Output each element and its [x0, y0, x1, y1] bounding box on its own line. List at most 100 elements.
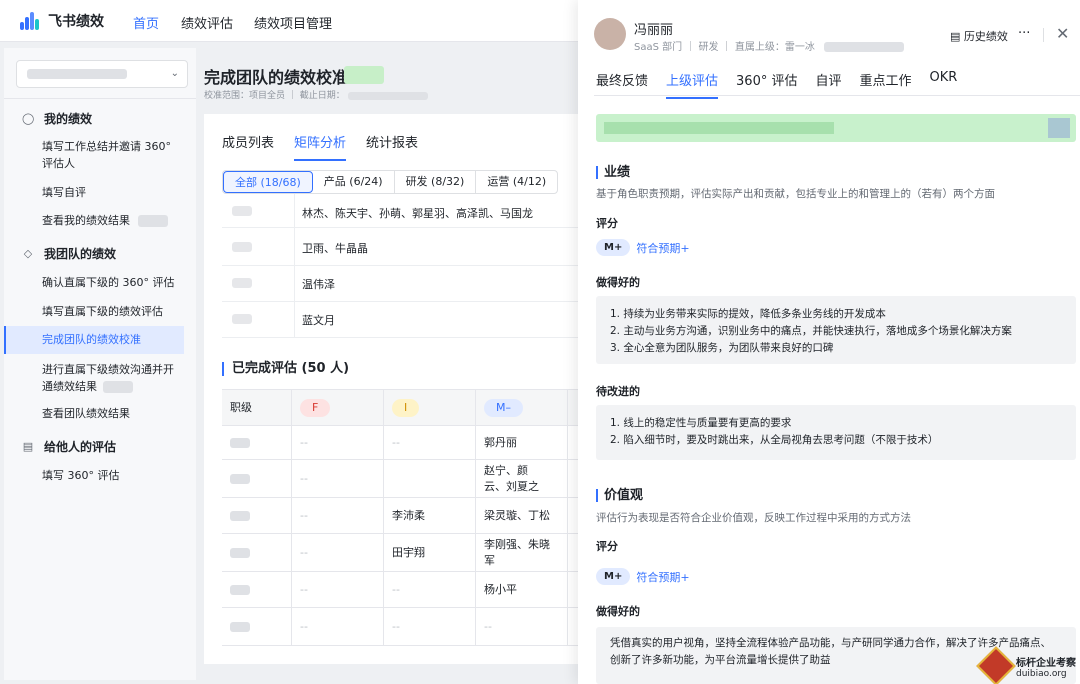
- filter-rd[interactable]: 研发 (8/32): [395, 171, 477, 193]
- score-label: 评分: [596, 217, 618, 230]
- improve-item: 2. 陷入细节时，要及时跳出来，从全局视角去思考问题（不限于技术）: [610, 434, 939, 446]
- tab-member-list[interactable]: 成员列表: [222, 132, 274, 161]
- blurred-level: [230, 473, 250, 484]
- close-icon[interactable]: ✕: [1056, 24, 1069, 43]
- filter-product[interactable]: 产品 (6/24): [313, 171, 395, 193]
- good-label: 做得好的: [596, 276, 640, 289]
- history-button[interactable]: ▤ 历史绩效: [950, 28, 1008, 44]
- sidebar-group-label: 我团队的绩效: [44, 247, 117, 261]
- logo-icon: [20, 12, 42, 30]
- status-badge: [344, 66, 384, 84]
- grid-cell[interactable]: 赵宁、颜云、刘夏之: [476, 460, 568, 497]
- sidebar-item-label: 查看我的绩效结果: [42, 214, 130, 227]
- rating-text: 符合预期+: [636, 241, 690, 255]
- page-meta: 校准范围：项目全员 ｜ 截止日期：: [204, 88, 428, 101]
- grid-cell[interactable]: 李沛柔: [384, 498, 476, 533]
- tab-report[interactable]: 统计报表: [366, 132, 418, 161]
- watermark-text: 标杆企业考察 duibiao.org: [1016, 654, 1076, 679]
- filter-all[interactable]: 全部 (18/68): [223, 171, 313, 193]
- person-icon: ◯: [22, 111, 35, 125]
- grid-cell[interactable]: 田宇翔: [384, 534, 476, 571]
- main-panel: 成员列表 矩阵分析 统计报表 全部 (18/68) 产品 (6/24) 研发 (…: [204, 114, 584, 664]
- sidebar-group-team[interactable]: ◇ 我团队的绩效: [22, 245, 116, 262]
- grid-cell[interactable]: --: [292, 460, 384, 497]
- completed-title: 已完成评估 (50 人): [222, 362, 349, 376]
- history-label: 历史绩效: [963, 30, 1008, 43]
- grid-cell[interactable]: --: [384, 426, 476, 459]
- history-icon: ▤: [950, 30, 961, 43]
- sidebar-item-summary[interactable]: 填写工作总结并邀请 360° 评估人: [4, 138, 184, 172]
- improve-item: 1. 线上的稳定性与质量要有更高的要求: [610, 417, 792, 429]
- page-header: 完成团队的绩效校准 校准范围：项目全员 ｜ 截止日期：: [204, 48, 584, 108]
- grid-cell[interactable]: --: [292, 426, 384, 459]
- matrix-row[interactable]: 蓝文月: [222, 302, 584, 338]
- sidebar-item-self-review[interactable]: 填写自评: [4, 184, 184, 201]
- nav-home[interactable]: 首页: [133, 13, 159, 32]
- blurred-date: [347, 91, 428, 100]
- matrix-names: 林杰、陈天宇、孙萌、郭星羽、高泽凯、马国龙: [302, 207, 533, 220]
- matrix-row[interactable]: 温伟泽: [222, 266, 584, 302]
- grid-header-i[interactable]: I: [384, 390, 476, 425]
- grid-cell[interactable]: --: [384, 572, 476, 607]
- cell-divider: [294, 194, 295, 230]
- matrix-row[interactable]: 卫雨、牛晶晶: [222, 230, 584, 266]
- tab-matrix[interactable]: 矩阵分析: [294, 132, 347, 161]
- blurred-level: [230, 584, 250, 595]
- sidebar-item-calibration[interactable]: 完成团队的绩效校准: [4, 326, 184, 354]
- rating-f-pill: F: [300, 398, 331, 417]
- grid-cell[interactable]: 郭丹丽: [476, 426, 568, 459]
- blurred-info: [824, 42, 905, 52]
- score-label: 评分: [596, 540, 618, 553]
- sidebar-divider: [4, 98, 196, 99]
- grid-cell[interactable]: --: [384, 608, 476, 645]
- grid-cell[interactable]: --: [476, 608, 568, 645]
- sidebar-group-label: 我的绩效: [44, 112, 93, 126]
- cell-divider: [294, 266, 295, 302]
- good-item: 3. 全心全意为团队服务，为团队带来良好的口碑: [610, 342, 834, 354]
- nav-review[interactable]: 绩效评估: [181, 13, 233, 32]
- grid-cell[interactable]: --: [292, 572, 384, 607]
- sidebar-item-fill-team-review[interactable]: 填写直属下级的绩效评估: [4, 303, 184, 320]
- rating-i-pill: I: [392, 398, 420, 417]
- watermark-line1: 标杆企业考察: [1016, 657, 1076, 669]
- app-logo[interactable]: 飞书绩效: [20, 11, 104, 31]
- more-icon[interactable]: ···: [1018, 26, 1030, 41]
- grid-cell[interactable]: --: [292, 498, 384, 533]
- good-label: 做得好的: [596, 605, 640, 618]
- grid-header-row: 职级 F I M–: [222, 390, 584, 426]
- sidebar-group-my[interactable]: ◯ 我的绩效: [22, 110, 92, 127]
- page-meta-text: 校准范围：项目全员 ｜ 截止日期：: [204, 91, 345, 101]
- sidebar-item-team-result[interactable]: 查看团队绩效结果: [4, 405, 184, 422]
- watermark-line2: duibiao.org: [1016, 668, 1067, 679]
- grid-header-m[interactable]: M–: [476, 390, 568, 425]
- grid-cell[interactable]: --: [292, 608, 384, 645]
- blurred-level: [230, 547, 250, 558]
- summary-banner: [596, 114, 1076, 142]
- matrix-row[interactable]: 林杰、陈天宇、孙萌、郭星羽、高泽凯、马国龙: [222, 194, 584, 230]
- sidebar-item-communicate[interactable]: 进行直属下级绩效沟通并开通绩效结果: [4, 361, 188, 395]
- grid-header-f[interactable]: F: [292, 390, 384, 425]
- sidebar-item-my-result[interactable]: 查看我的绩效结果: [4, 212, 184, 229]
- employee-drawer: 冯丽丽 SaaS 部门 ｜ 研发 ｜ 直属上级：雷一冰 ▤ 历史绩效 ··· ✕…: [578, 0, 1080, 684]
- grid-cell[interactable]: 杨小平: [476, 572, 568, 607]
- grid-cell[interactable]: 李刚强、朱晓军: [476, 534, 568, 571]
- grid-cell[interactable]: 梁灵璇、丁松: [476, 498, 568, 533]
- good-box: 1. 持续为业务带来实际的提效，降低多条业务线的开发成本 2. 主动与业务方沟通…: [596, 296, 1076, 364]
- grid-cell[interactable]: [384, 460, 476, 497]
- grid-level-cell: [222, 460, 292, 497]
- header-divider: [1043, 28, 1044, 42]
- sidebar-group-others[interactable]: ▤ 给他人的评估: [22, 438, 116, 455]
- filter-ops[interactable]: 运营 (4/12): [476, 171, 557, 193]
- sidebar-item-confirm-360[interactable]: 确认直属下级的 360° 评估: [4, 274, 184, 291]
- sidebar: ⌄ ◯ 我的绩效 填写工作总结并邀请 360° 评估人 填写自评 查看我的绩效结…: [4, 48, 196, 680]
- grid-header-level: 职级: [222, 390, 292, 425]
- project-select[interactable]: ⌄: [16, 60, 188, 88]
- grid-cell[interactable]: --: [292, 534, 384, 571]
- values-rating: M+ 符合预期+: [596, 568, 690, 585]
- sidebar-item-fill-360[interactable]: 填写 360° 评估: [4, 467, 184, 484]
- blurred-level: [232, 278, 252, 288]
- cell-divider: [294, 230, 295, 266]
- nav-project-manage[interactable]: 绩效项目管理: [254, 13, 332, 32]
- rating-badge: M+: [596, 568, 631, 585]
- rating-grid: 职级 F I M– -- -- 郭丹丽 -- 赵宁、颜云、刘夏之 -- 李沛柔: [222, 389, 584, 646]
